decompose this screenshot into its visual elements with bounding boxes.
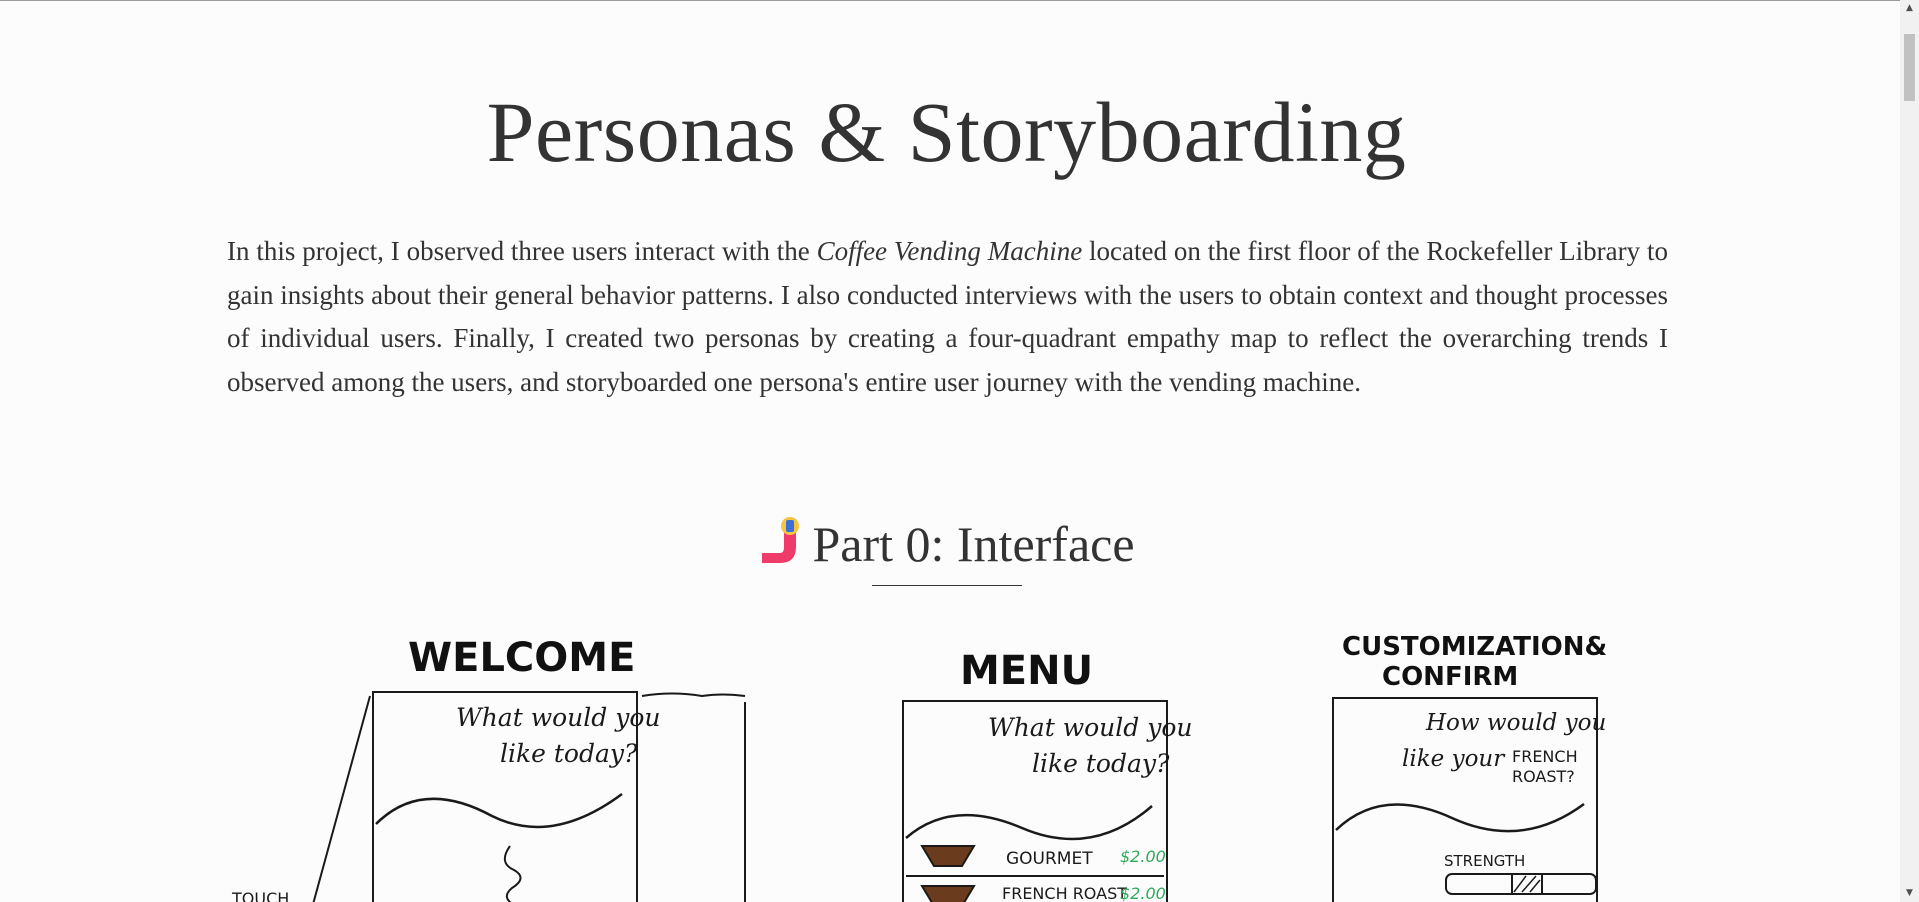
menu-sketch: MENU What would you like today? GOURMET … [902,648,1192,902]
welcome-sketch: WELCOME What would you like today? TOUCH [231,635,746,902]
intro-text-start: In this project, I observed three users … [227,236,817,266]
customize-prompt-line4: ROAST? [1512,767,1575,786]
interface-sketches: WELCOME What would you like today? TOUCH… [222,618,1668,902]
triangle-up-icon[interactable]: ▲ [1900,0,1919,17]
welcome-prompt-line2: like today? [500,739,638,768]
menu-prompt-line2: like today? [1032,749,1170,778]
vertical-scrollbar[interactable]: ▲ ▼ [1900,0,1919,902]
page: Personas & Storyboarding In this project… [0,0,1900,902]
triangle-down-icon[interactable]: ▼ [1900,885,1919,902]
menu-title: MENU [960,648,1093,694]
intro-paragraph: In this project, I observed three users … [227,230,1668,404]
page-title: Personas & Storyboarding [486,84,1407,180]
part0-heading-text: Part 0: Interface [812,516,1135,572]
part0-heading: Part 0: Interface [0,512,1893,576]
customize-title-line1: CUSTOMIZATION& [1342,632,1607,662]
top-border [0,0,1900,1]
heading-underline [872,585,1022,586]
welcome-prompt-line1: What would you [456,703,660,732]
interface-sketches-svg: WELCOME What would you like today? TOUCH… [231,632,1607,902]
menu-item-2-price: $2.00 [1120,884,1166,902]
menu-prompt-line1: What would you [988,713,1192,742]
customize-prompt-line3: FRENCH [1512,747,1578,766]
menu-item-2-name: FRENCH ROAST [1002,884,1127,902]
customize-prompt-line1: How would you [1425,710,1606,736]
scroll-thumb[interactable] [1904,34,1915,101]
customize-sketch: CUSTOMIZATION& CONFIRM How would you lik… [1332,632,1607,902]
menu-item-1-price: $2.00 [1120,847,1166,866]
customize-slider-label: STRENGTH [1444,852,1525,870]
welcome-side-label: TOUCH [231,889,289,902]
customize-title-line2: CONFIRM [1382,662,1518,692]
menu-item-1-name: GOURMET [1006,849,1093,869]
intro-emphasis: Coffee Vending Machine [816,236,1083,266]
welcome-title: WELCOME [408,635,635,681]
customize-prompt-line2: like your [1402,746,1506,772]
j-emoji-icon [758,513,802,582]
